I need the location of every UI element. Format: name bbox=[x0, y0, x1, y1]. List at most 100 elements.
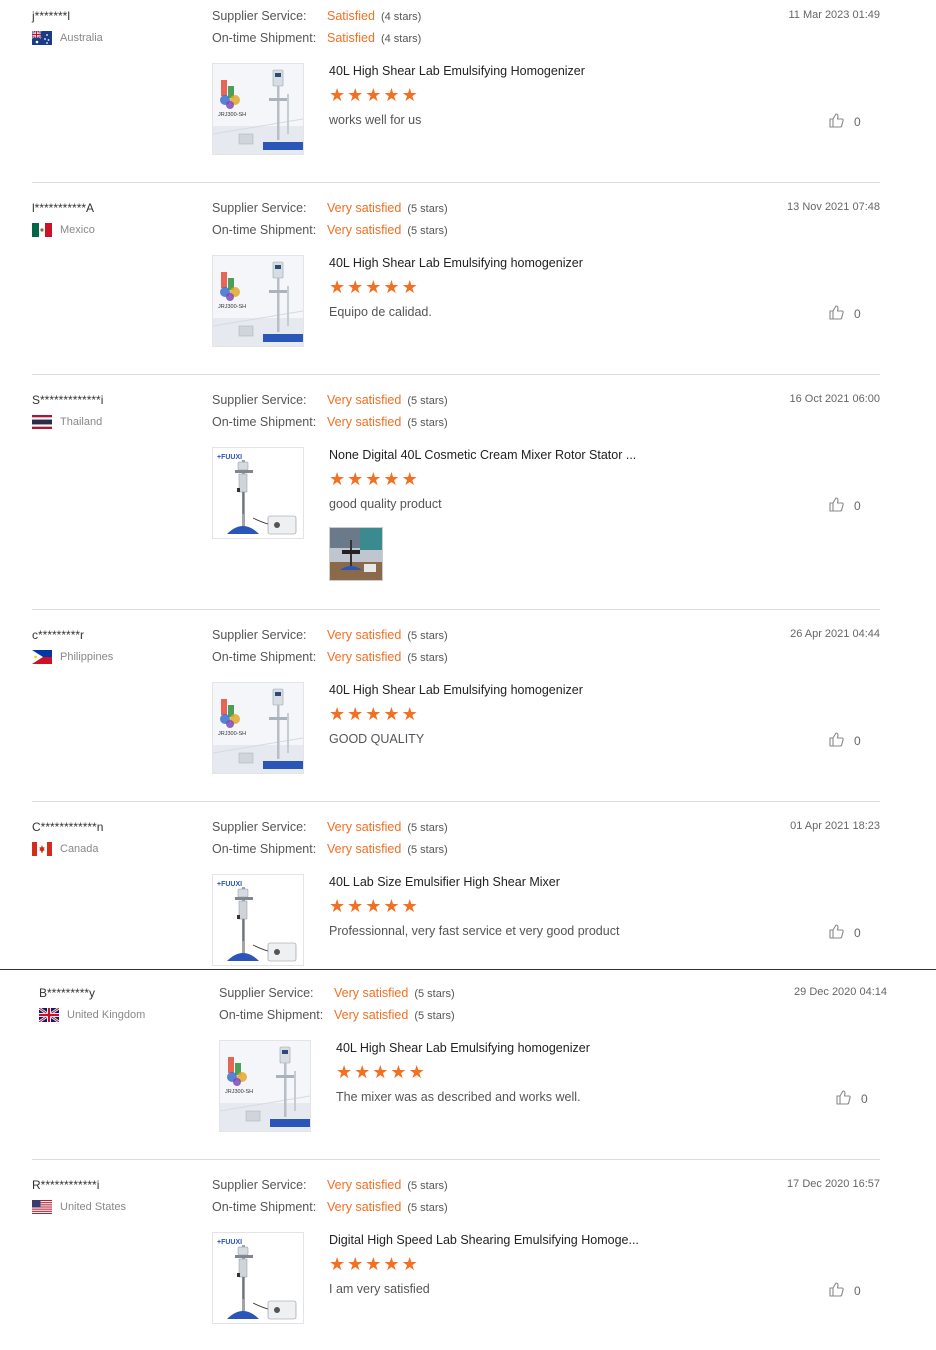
helpful-button[interactable]: 0 bbox=[828, 923, 861, 942]
supplier-service-value: Very satisfied (5 stars) bbox=[327, 201, 448, 215]
product-title-link[interactable]: 40L Lab Size Emulsifier High Shear Mixer bbox=[329, 875, 560, 889]
review-item: B*********y United Kingdom Supplier Servic… bbox=[0, 986, 936, 1160]
star-icon: ★ bbox=[401, 1254, 418, 1274]
shipment-value: Very satisfied (5 stars) bbox=[327, 415, 448, 429]
product-thumbnail[interactable]: JRJ300-SH bbox=[219, 1040, 311, 1132]
supplier-service-rating: Very satisfied bbox=[327, 628, 402, 642]
review-comment: Professionnal, very fast service et very… bbox=[329, 924, 620, 938]
review-item: l***********A Mexico Supplier Service: On-t… bbox=[0, 201, 936, 375]
review-comment: Equipo de calidad. bbox=[329, 305, 432, 319]
product-thumbnail[interactable]: JRJ300-SH bbox=[212, 682, 304, 774]
supplier-service-value: Very satisfied (5 stars) bbox=[334, 986, 455, 1000]
product-title-link[interactable]: 40L High Shear Lab Emulsifying homogeniz… bbox=[329, 683, 583, 697]
product-rating: ★ ★ ★ ★ ★ bbox=[329, 470, 418, 488]
thumbs-up-icon[interactable] bbox=[828, 304, 844, 323]
product-thumbnail[interactable]: +FUUXI bbox=[212, 1232, 304, 1324]
star-icon: ★ bbox=[329, 277, 346, 297]
product-title-link[interactable]: Digital High Speed Lab Shearing Emulsify… bbox=[329, 1233, 639, 1247]
product-title-link[interactable]: None Digital 40L Cosmetic Cream Mixer Ro… bbox=[329, 448, 636, 462]
svg-text:JRJ300-SH: JRJ300-SH bbox=[225, 1089, 253, 1095]
shipment-label: On-time Shipment: bbox=[212, 31, 317, 45]
supplier-service-value: Very satisfied (5 stars) bbox=[327, 820, 448, 834]
country-name: Mexico bbox=[60, 224, 95, 236]
star-icon: ★ bbox=[383, 277, 400, 297]
shipment-stars: (5 stars) bbox=[414, 1010, 455, 1022]
review-item: S*************i Thailand Supplier Service:… bbox=[0, 393, 936, 610]
star-icon: ★ bbox=[365, 1254, 382, 1274]
shipment-value: Very satisfied (5 stars) bbox=[327, 842, 448, 856]
supplier-service-label: Supplier Service: bbox=[212, 393, 307, 407]
star-icon: ★ bbox=[329, 1254, 346, 1274]
supplier-service-label: Supplier Service: bbox=[212, 201, 307, 215]
shipment-value: Very satisfied (5 stars) bbox=[327, 1200, 448, 1214]
product-title-link[interactable]: 40L High Shear Lab Emulsifying homogeniz… bbox=[336, 1041, 590, 1055]
star-icon: ★ bbox=[329, 704, 346, 724]
supplier-service-label: Supplier Service: bbox=[212, 820, 307, 834]
helpful-button[interactable]: 0 bbox=[828, 1281, 861, 1300]
review-item: R************i United States Supplier Serv… bbox=[0, 1178, 936, 1348]
shipment-label: On-time Shipment: bbox=[219, 1008, 324, 1022]
supplier-service-label: Supplier Service: bbox=[212, 9, 307, 23]
review-comment: The mixer was as described and works wel… bbox=[336, 1090, 581, 1104]
star-icon: ★ bbox=[347, 469, 364, 489]
helpful-count: 0 bbox=[854, 733, 861, 748]
star-icon: ★ bbox=[347, 277, 364, 297]
svg-text:JRJ300-SH: JRJ300-SH bbox=[218, 304, 246, 310]
buyer-country: United Kingdom bbox=[39, 1008, 145, 1022]
review-comment: I am very satisfied bbox=[329, 1282, 430, 1296]
thumbs-up-icon[interactable] bbox=[828, 496, 844, 515]
flag-th-icon bbox=[32, 415, 52, 429]
svg-text:+FUUXI: +FUUXI bbox=[217, 454, 242, 461]
buyer-country: Thailand bbox=[32, 415, 102, 429]
country-name: Philippines bbox=[60, 651, 114, 663]
review-item: j*******l Australia Supplier Service: On-ti… bbox=[0, 9, 936, 183]
thumbs-up-icon[interactable] bbox=[828, 731, 844, 750]
shipment-stars: (5 stars) bbox=[407, 844, 448, 856]
review-comment: works well for us bbox=[329, 113, 422, 127]
product-thumbnail[interactable]: JRJ300-SH bbox=[212, 255, 304, 347]
helpful-button[interactable]: 0 bbox=[828, 112, 861, 131]
helpful-count: 0 bbox=[854, 498, 861, 513]
flag-ph-icon bbox=[32, 650, 52, 664]
product-thumbnail[interactable]: +FUUXI bbox=[212, 447, 304, 539]
star-icon: ★ bbox=[329, 896, 346, 916]
star-icon: ★ bbox=[401, 469, 418, 489]
helpful-button[interactable]: 0 bbox=[828, 496, 861, 515]
shipment-rating: Very satisfied bbox=[334, 1008, 409, 1022]
thumbs-up-icon[interactable] bbox=[828, 923, 844, 942]
shipment-value: Very satisfied (5 stars) bbox=[334, 1008, 455, 1022]
star-icon: ★ bbox=[365, 704, 382, 724]
shipment-rating: Very satisfied bbox=[327, 650, 402, 664]
product-thumbnail[interactable]: JRJ300-SH bbox=[212, 63, 304, 155]
helpful-button[interactable]: 0 bbox=[835, 1089, 868, 1108]
shipment-label: On-time Shipment: bbox=[212, 650, 317, 664]
helpful-count: 0 bbox=[854, 306, 861, 321]
product-thumbnail[interactable]: +FUUXI bbox=[212, 874, 304, 966]
shipment-rating: Very satisfied bbox=[327, 223, 402, 237]
star-icon: ★ bbox=[336, 1062, 353, 1082]
helpful-count: 0 bbox=[854, 1283, 861, 1298]
thumbs-up-icon[interactable] bbox=[828, 112, 844, 131]
supplier-service-label: Supplier Service: bbox=[219, 986, 314, 1000]
product-title-link[interactable]: 40L High Shear Lab Emulsifying Homogeniz… bbox=[329, 64, 585, 78]
star-icon: ★ bbox=[401, 277, 418, 297]
review-date: 26 Apr 2021 04:44 bbox=[790, 628, 880, 640]
review-photo[interactable] bbox=[329, 527, 383, 581]
thumbs-up-icon[interactable] bbox=[828, 1281, 844, 1300]
helpful-button[interactable]: 0 bbox=[828, 304, 861, 323]
shipment-value: Very satisfied (5 stars) bbox=[327, 223, 448, 237]
star-icon: ★ bbox=[383, 1254, 400, 1274]
review-date: 11 Mar 2023 01:49 bbox=[788, 9, 880, 21]
supplier-service-value: Very satisfied (5 stars) bbox=[327, 628, 448, 642]
helpful-button[interactable]: 0 bbox=[828, 731, 861, 750]
country-name: United Kingdom bbox=[67, 1009, 146, 1021]
buyer-name: S*************i bbox=[32, 393, 104, 407]
supplier-service-rating: Very satisfied bbox=[334, 986, 409, 1000]
thumbs-up-icon[interactable] bbox=[835, 1089, 851, 1108]
review-item: C************n Canada Supplier Service: On-… bbox=[0, 820, 936, 970]
supplier-service-stars: (5 stars) bbox=[407, 822, 448, 834]
shipment-stars: (5 stars) bbox=[407, 1202, 448, 1214]
product-rating: ★ ★ ★ ★ ★ bbox=[329, 705, 418, 723]
flag-mx-icon bbox=[32, 223, 52, 237]
product-title-link[interactable]: 40L High Shear Lab Emulsifying homogeniz… bbox=[329, 256, 583, 270]
